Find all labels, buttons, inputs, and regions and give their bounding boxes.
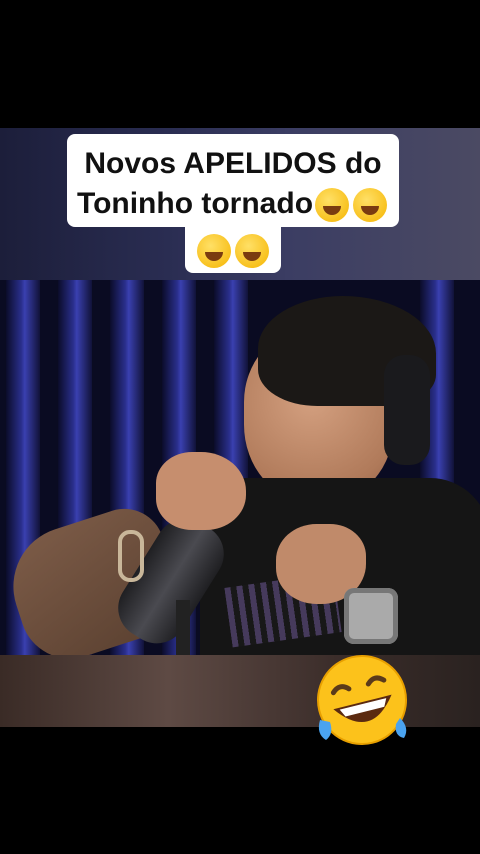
caption-line-2: Toninho tornado: [67, 184, 399, 224]
microphone-stand: [176, 600, 190, 660]
video-frame: Novos APELIDOS do Toninho tornado: [0, 0, 480, 854]
laughing-emoji-icon: [315, 188, 350, 223]
grinning-emoji-icon: [235, 234, 269, 269]
rolling-laughing-emoji-icon: [317, 655, 407, 745]
wristwatch: [344, 588, 398, 644]
caption-box: Novos APELIDOS do Toninho tornado: [67, 134, 399, 227]
left-hand: [156, 452, 246, 530]
laughing-emoji-icon: [353, 188, 388, 223]
caption-line-2-text: Toninho tornado: [76, 187, 314, 220]
laughing-emoji-icon: [197, 234, 231, 269]
bracelet: [118, 530, 144, 582]
caption-emoji-row: [185, 227, 281, 273]
headphone: [384, 355, 430, 465]
caption-line-1: Novos APELIDOS do: [84, 147, 382, 180]
